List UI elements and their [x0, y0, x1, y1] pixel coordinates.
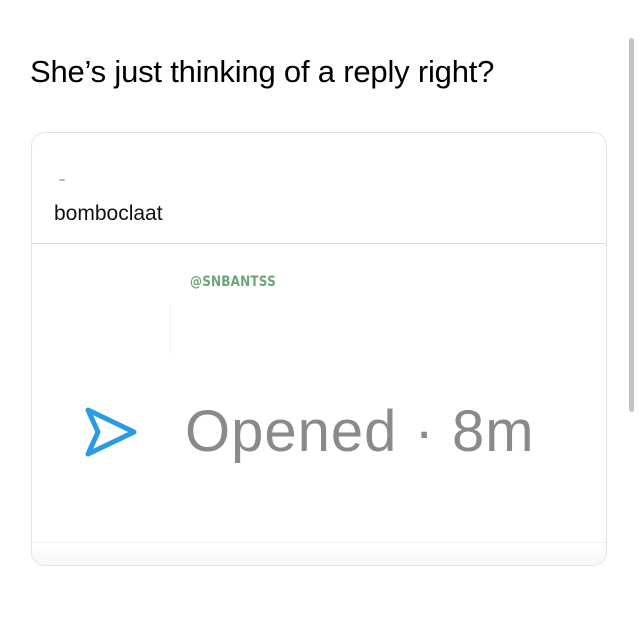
card-title: bomboclaat: [54, 202, 163, 225]
card-footer: [32, 542, 606, 565]
avatar-placeholder: [59, 179, 65, 181]
opened-status-label: Opened · 8m: [185, 399, 535, 464]
faint-divider: [170, 305, 171, 355]
embedded-card[interactable]: bomboclaat @SNBANTSS Opened · 8m: [31, 132, 607, 566]
opened-status-row: Opened · 8m: [78, 393, 598, 473]
watermark-handle: @SNBANTSS: [190, 274, 276, 290]
scrollbar[interactable]: [629, 38, 634, 412]
card-header: bomboclaat: [32, 133, 606, 244]
post-caption: She’s just thinking of a reply right?: [30, 54, 495, 89]
snapchat-opened-arrow-icon: [85, 407, 137, 457]
